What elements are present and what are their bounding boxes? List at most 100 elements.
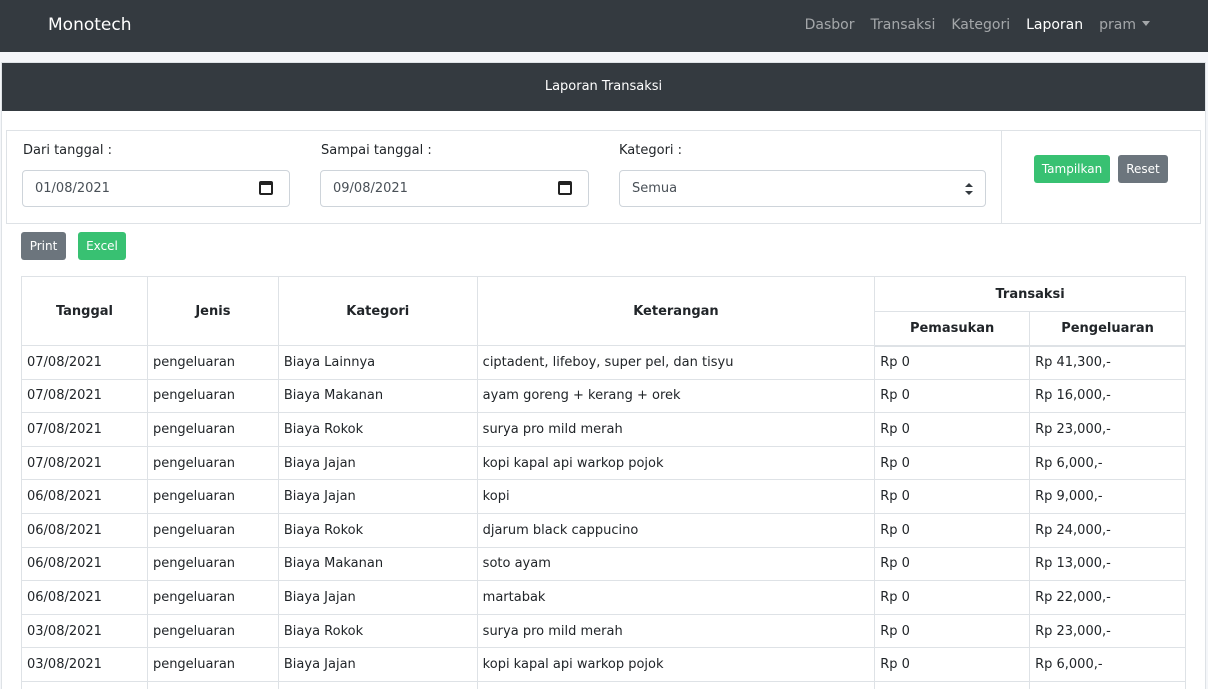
reset-button[interactable]: Reset [1118,155,1168,183]
cell-pemasukan: Rp 0 [874,445,1031,481]
user-menu[interactable]: pram [1099,17,1150,33]
cell-pengeluaran: Rp 24,000,- [1029,512,1186,548]
cell-kategori: Biaya Jajan [277,445,478,481]
cell-kategori: Biaya Rokok [277,613,478,649]
nav-link-transaksi[interactable]: Transaksi [871,17,936,33]
cell-kategori: Biaya Makanan [277,546,478,582]
table-row: 03/08/2021 pengeluaran Biaya Jajan kopi kap… [21,647,1186,682]
cell-jenis: pengeluaran [146,546,279,582]
from-date-label: Dari tanggal : [23,143,112,158]
cell-jenis: pengeluaran [146,445,279,481]
table-row: 07/08/2021 pengeluaran Biaya Lainnya ciptad… [21,345,1186,380]
excel-button[interactable]: Excel [78,232,126,260]
header-pengeluaran: Pengeluaran [1029,311,1186,347]
cell-keterangan [476,680,876,689]
cell-keterangan: ciptadent, lifeboy, super pel, dan tisyu [476,345,876,380]
cell-keterangan: soto ayam [476,546,876,582]
cell-tanggal: 07/08/2021 [21,445,148,481]
table-row: 07/08/2021 pengeluaran Biaya Jajan kopi kap… [21,445,1186,481]
cell-keterangan: kopi [476,479,876,514]
nav-links: Dasbor Transaksi Kategori Laporan pram [805,17,1150,33]
cell-tanggal: 06/08/2021 [21,479,148,514]
cell-kategori: Biaya Rokok [277,512,478,548]
cell-pengeluaran: Rp 6,000,- [1029,445,1186,481]
cell-kategori: Biaya Jajan [277,479,478,514]
report-table: Tanggal Jenis Kategori Keterangan Transa… [21,276,1186,689]
cell-pemasukan: Rp 0 [874,378,1031,414]
category-value: Semua [632,181,678,196]
header-pemasukan: Pemasukan [874,311,1031,347]
cell-keterangan: martabak [476,580,876,615]
cell-jenis: pengeluaran [146,479,279,514]
cell-kategori: Biaya Jajan [277,647,478,682]
header-kategori: Kategori [277,276,478,346]
cell-pemasukan: Rp 0 [874,546,1031,582]
calendar-icon[interactable] [558,181,572,195]
cell-jenis: pengeluaran [146,580,279,615]
cell-kategori: Biaya Jajan [277,580,478,615]
report-table-body: 07/08/2021 pengeluaran Biaya Lainnya ciptad… [21,345,1186,689]
cell-kategori: Biaya Makanan [277,378,478,414]
cell-keterangan: djarum black cappucino [476,512,876,548]
cell-tanggal: 07/08/2021 [21,412,148,447]
from-date-value: 01/08/2021 [35,181,110,196]
table-row: 03/08/2021 pengeluaran Biaya Rokok surya pr… [21,613,1186,649]
header-jenis: Jenis [146,276,279,346]
to-date-label: Sampai tanggal : [321,143,432,158]
select-arrows-icon [965,183,973,195]
nav-link-dasbor[interactable]: Dasbor [805,17,855,33]
table-row: 06/08/2021 pengeluaran Biaya Jajan kopi Rp 0… [21,479,1186,514]
cell-tanggal: 06/08/2021 [21,512,148,548]
cell-keterangan: surya pro mild merah [476,613,876,649]
cell-pemasukan: Rp 0 [874,580,1031,615]
print-button[interactable]: Print [21,232,66,260]
cell-tanggal: 03/08/2021 [21,647,148,682]
nav-link-laporan[interactable]: Laporan [1026,17,1083,33]
cell-tanggal: 03/08/2021 [21,613,148,649]
cell-keterangan: kopi kapal api warkop pojok [476,445,876,481]
chevron-down-icon [1142,21,1150,26]
cell-jenis [146,680,279,689]
cell-jenis: pengeluaran [146,345,279,380]
cell-pengeluaran: Rp 41,300,- [1029,345,1186,380]
cell-pengeluaran: Rp 23,000,- [1029,412,1186,447]
to-date-value: 09/08/2021 [333,181,408,196]
category-select[interactable]: Semua [619,170,986,207]
top-navbar: Monotech Dasbor Transaksi Kategori Lapor… [0,0,1208,52]
header-tanggal: Tanggal [21,276,148,346]
cell-tanggal: 07/08/2021 [21,345,148,380]
from-date-input[interactable]: 01/08/2021 [22,170,290,207]
cell-jenis: pengeluaran [146,613,279,649]
table-row: 07/08/2021 pengeluaran Biaya Rokok surya pr… [21,412,1186,447]
to-date-input[interactable]: 09/08/2021 [320,170,589,207]
cell-pengeluaran: Rp 9,000,- [1029,479,1186,514]
category-label: Kategori : [619,143,683,158]
cell-tanggal: 06/08/2021 [21,546,148,582]
cell-keterangan: ayam goreng + kerang + orek [476,378,876,414]
cell-pemasukan [874,680,1031,689]
brand-logo[interactable]: Monotech [48,15,132,35]
cell-jenis: pengeluaran [146,412,279,447]
cell-tanggal: 06/08/2021 [21,580,148,615]
table-row: 06/08/2021 pengeluaran Biaya Jajan martabak… [21,580,1186,615]
cell-keterangan: kopi kapal api warkop pojok [476,647,876,682]
cell-pengeluaran: Rp 6,000,- [1029,647,1186,682]
cell-kategori [277,680,478,689]
cell-pemasukan: Rp 0 [874,647,1031,682]
header-transaksi: Transaksi [874,276,1186,312]
table-row: 06/08/2021 pengeluaran Biaya Rokok djarum b… [21,512,1186,548]
header-keterangan: Keterangan [476,276,876,346]
show-button[interactable]: Tampilkan [1034,155,1110,183]
table-row: 07/08/2021 pengeluaran Biaya Makanan ayam g… [21,378,1186,414]
table-row: 06/08/2021 pengeluaran Biaya Makanan soto a… [21,546,1186,582]
cell-pemasukan: Rp 0 [874,479,1031,514]
user-name: pram [1099,17,1136,33]
cell-tanggal: 07/08/2021 [21,378,148,414]
cell-pengeluaran: Rp 22,000,- [1029,580,1186,615]
cell-jenis: pengeluaran [146,512,279,548]
cell-pemasukan: Rp 0 [874,512,1031,548]
nav-link-kategori[interactable]: Kategori [951,17,1010,33]
cell-kategori: Biaya Rokok [277,412,478,447]
calendar-icon[interactable] [259,181,273,195]
cell-pengeluaran: Rp 16,000,- [1029,378,1186,414]
